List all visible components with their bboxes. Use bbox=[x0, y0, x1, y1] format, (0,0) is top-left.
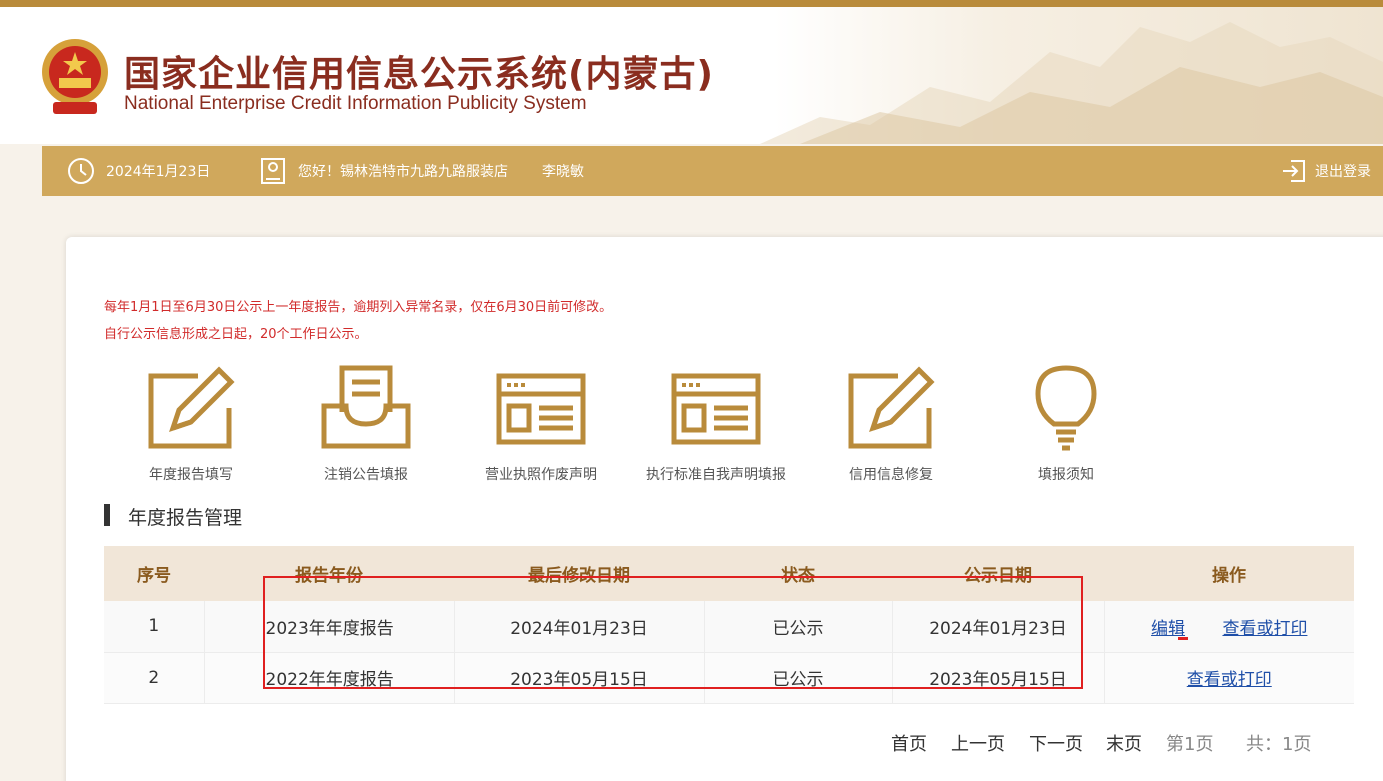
greeting-text: 您好！锡林浩特市九路九路服装店 bbox=[298, 164, 508, 180]
section-title: 年度报告管理 bbox=[128, 507, 243, 529]
top-stripe bbox=[0, 0, 1383, 7]
view-print-link[interactable]: 查看或打印 bbox=[1222, 619, 1307, 639]
national-emblem-icon bbox=[42, 39, 108, 114]
function-annual-report[interactable]: 年度报告填写 bbox=[106, 362, 276, 484]
row-index: 2 bbox=[104, 652, 205, 704]
pen-edit-icon bbox=[848, 366, 935, 449]
mountain-decoration bbox=[760, 22, 1383, 144]
function-credit-repair[interactable]: 信用信息修复 bbox=[806, 362, 976, 484]
pen-edit-icon bbox=[148, 366, 235, 449]
row-index: 1 bbox=[104, 601, 205, 653]
pager-next[interactable]: 下一页 bbox=[1029, 730, 1083, 756]
pager-first[interactable]: 首页 bbox=[891, 730, 927, 756]
date-display: 2024年1月23日 bbox=[66, 146, 210, 196]
notice-line-2: 自行公示信息形成之日起，20个工作日公示。 bbox=[104, 327, 368, 342]
site-title: 国家企业信用信息公示系统(内蒙古) bbox=[124, 54, 714, 95]
column-header: 操作 bbox=[1104, 546, 1354, 601]
function-label: 注销公告填报 bbox=[324, 467, 408, 483]
function-label: 信用信息修复 bbox=[849, 467, 933, 483]
row-actions: 查看或打印 bbox=[1104, 652, 1354, 704]
highlight-box bbox=[263, 576, 1083, 689]
top-navbar: 2024年1月23日 您好！锡林浩特市九路九路服装店 李晓敏 退出登录 bbox=[42, 146, 1383, 196]
edit-link[interactable]: 编辑 bbox=[1151, 619, 1185, 639]
browser-window-icon bbox=[496, 373, 586, 445]
pager-last[interactable]: 末页 bbox=[1106, 730, 1142, 756]
lightbulb-icon bbox=[1035, 365, 1097, 451]
inbox-document-icon bbox=[321, 365, 411, 449]
pager-current: 第1页 bbox=[1166, 734, 1214, 755]
pager-total: 共：1页 bbox=[1246, 734, 1312, 755]
logout-icon bbox=[1283, 160, 1305, 182]
user-name: 李晓敏 bbox=[542, 164, 584, 180]
logout-label: 退出登录 bbox=[1315, 164, 1371, 180]
notice-line-1: 每年1月1日至6月30日公示上一年度报告，逾期列入异常名录，仅在6月30日前可修… bbox=[104, 300, 613, 315]
function-license-void[interactable]: 营业执照作废声明 bbox=[456, 362, 626, 484]
function-label: 年度报告填写 bbox=[149, 467, 233, 483]
function-label: 执行标准自我声明填报 bbox=[646, 467, 786, 483]
function-standard-declaration[interactable]: 执行标准自我声明填报 bbox=[631, 362, 801, 484]
site-subtitle: National Enterprise Credit Information P… bbox=[124, 93, 587, 114]
user-info: 您好！锡林浩特市九路九路服装店 李晓敏 bbox=[260, 146, 584, 196]
section-marker bbox=[104, 504, 110, 526]
view-print-link[interactable]: 查看或打印 bbox=[1187, 670, 1272, 690]
function-filing-instructions[interactable]: 填报须知 bbox=[981, 362, 1151, 484]
logout-button[interactable]: 退出登录 bbox=[1281, 146, 1371, 196]
pager-prev[interactable]: 上一页 bbox=[951, 730, 1005, 756]
site-header: 国家企业信用信息公示系统(内蒙古) National Enterprise Cr… bbox=[0, 7, 1383, 144]
function-cancel-notice[interactable]: 注销公告填报 bbox=[281, 362, 451, 484]
column-header: 序号 bbox=[104, 546, 204, 601]
function-label: 填报须知 bbox=[1038, 467, 1094, 483]
user-card-icon bbox=[261, 158, 285, 184]
browser-window-icon bbox=[671, 373, 761, 445]
function-label: 营业执照作废声明 bbox=[485, 467, 597, 483]
current-date: 2024年1月23日 bbox=[106, 164, 211, 180]
row-actions: 编辑 查看或打印 bbox=[1104, 601, 1354, 653]
highlight-mark bbox=[1178, 637, 1188, 640]
clock-icon bbox=[68, 158, 94, 184]
